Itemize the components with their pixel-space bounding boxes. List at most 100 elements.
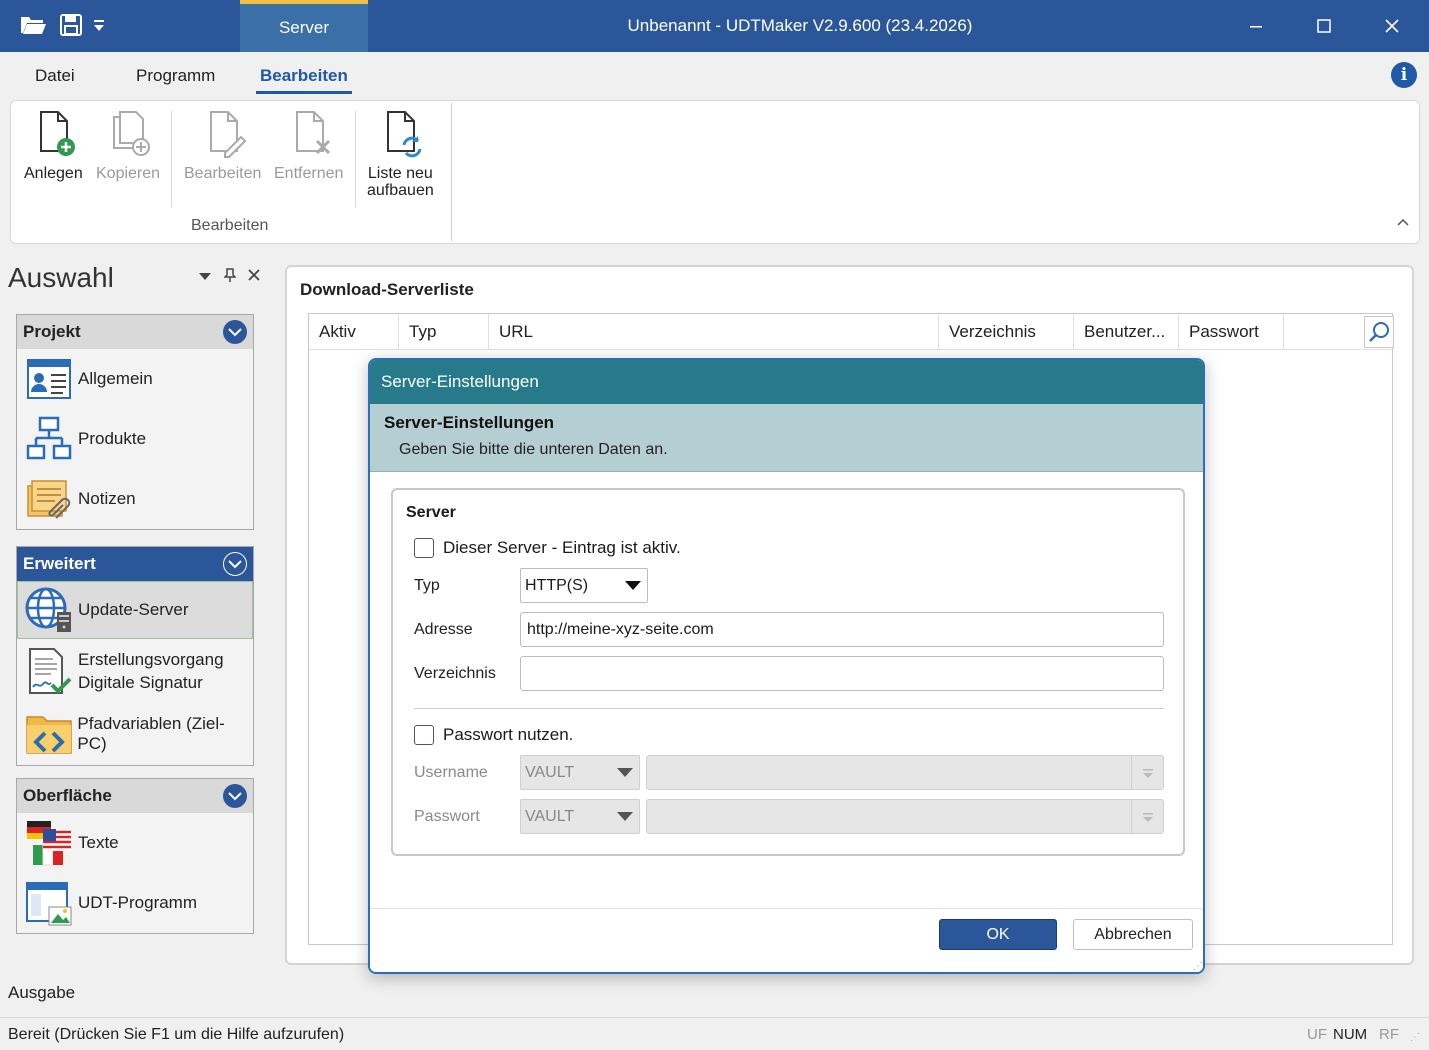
open-folder-icon[interactable] bbox=[18, 10, 48, 40]
nav-item-pfadvariablen[interactable]: Pfadvariablen (Ziel-PC) bbox=[17, 703, 253, 765]
new-document-icon bbox=[40, 111, 76, 156]
nav-item-produkte[interactable]: Produkte bbox=[17, 409, 253, 469]
nav-item-notizen[interactable]: Notizen bbox=[17, 469, 253, 529]
group-header-oberflaeche[interactable]: Oberfläche bbox=[17, 779, 253, 813]
nav-label-line2: Digitale Signatur bbox=[78, 673, 203, 692]
nav-label: Update-Server bbox=[78, 600, 189, 619]
info-icon[interactable]: i bbox=[1391, 62, 1417, 88]
ribbon-tabs: Datei Programm Bearbeiten bbox=[0, 52, 1429, 98]
column-header-benutzer[interactable]: Benutzer... bbox=[1074, 314, 1179, 350]
ribbon-panel: Anlegen Kopieren Bearbeiten Entfernen Li… bbox=[10, 100, 1420, 244]
liste-neu-aufbauen-button[interactable]: Liste neu aufbauen bbox=[367, 109, 434, 199]
flags-icon bbox=[24, 818, 74, 868]
bearbeiten-button[interactable]: Bearbeiten bbox=[184, 109, 261, 182]
password-checkbox[interactable] bbox=[414, 725, 434, 745]
group-title: Oberfläche bbox=[23, 786, 112, 805]
typ-select[interactable]: HTTP(S) bbox=[520, 568, 648, 603]
password-checkbox-row[interactable]: Passwort nutzen. bbox=[414, 725, 573, 745]
notes-icon bbox=[24, 474, 74, 524]
output-pane-label[interactable]: Ausgabe bbox=[8, 983, 75, 1003]
status-text: Bereit (Drücken Sie F1 um die Hilfe aufz… bbox=[8, 1026, 345, 1043]
nav-item-udt-programm[interactable]: UDT-Programm bbox=[17, 873, 253, 933]
resize-grip-icon[interactable]: ⋰ bbox=[1410, 1032, 1420, 1043]
nav-label: Allgemein bbox=[78, 369, 153, 388]
pin-icon[interactable] bbox=[223, 268, 237, 287]
chevron-down-icon[interactable] bbox=[223, 552, 247, 576]
tab-programm[interactable]: Programm bbox=[136, 66, 215, 86]
anlegen-label: Anlegen bbox=[24, 165, 83, 182]
anlegen-button[interactable]: Anlegen bbox=[24, 109, 83, 182]
close-icon[interactable] bbox=[1358, 0, 1426, 52]
ok-button[interactable]: OK bbox=[939, 919, 1057, 950]
context-tab-server[interactable]: Server bbox=[240, 0, 368, 52]
delete-document-icon bbox=[295, 111, 330, 155]
passwort-source-select[interactable]: VAULT bbox=[520, 799, 640, 834]
verzeichnis-label: Verzeichnis bbox=[414, 665, 496, 682]
tab-datei[interactable]: Datei bbox=[35, 66, 75, 86]
passwort-input[interactable] bbox=[646, 799, 1164, 834]
typ-value: HTTP(S) bbox=[525, 576, 589, 594]
group-header-projekt[interactable]: Projekt bbox=[17, 315, 253, 349]
tab-bearbeiten[interactable]: Bearbeiten bbox=[256, 66, 352, 94]
nav-label-line1: Erstellungsvorgang bbox=[78, 650, 224, 669]
active-checkbox-row[interactable]: Dieser Server - Eintrag ist aktiv. bbox=[414, 538, 681, 558]
dropdown-icon[interactable] bbox=[1131, 800, 1163, 833]
liste-neu-label-2: aufbauen bbox=[367, 182, 434, 199]
search-icon[interactable] bbox=[1364, 316, 1394, 348]
username-source-select[interactable]: VAULT bbox=[520, 755, 640, 790]
column-header-verzeichnis[interactable]: Verzeichnis bbox=[939, 314, 1074, 350]
nav-label: Erstellungsvorgang Digitale Signatur bbox=[78, 648, 224, 694]
ribbon-separator bbox=[171, 111, 172, 207]
nav-item-texte[interactable]: Texte bbox=[17, 813, 253, 873]
collapse-ribbon-icon[interactable] bbox=[1397, 213, 1409, 229]
grid-header: Aktiv Typ URL Verzeichnis Benutzer... Pa… bbox=[309, 314, 1394, 350]
status-bar: Bereit (Drücken Sie F1 um die Hilfe aufz… bbox=[0, 1017, 1429, 1050]
adresse-input[interactable]: http://meine-xyz-seite.com bbox=[520, 612, 1164, 647]
chevron-down-icon[interactable] bbox=[223, 320, 247, 344]
nav-item-digitale-signatur[interactable]: Erstellungsvorgang Digitale Signatur bbox=[17, 639, 253, 703]
group-erweitert: Erweitert Update-Server Erstellungsvorga… bbox=[16, 546, 254, 766]
kopieren-button[interactable]: Kopieren bbox=[96, 109, 160, 182]
username-input[interactable] bbox=[646, 755, 1164, 790]
id-card-icon bbox=[24, 354, 74, 404]
server-group: Server Dieser Server - Eintrag ist aktiv… bbox=[391, 488, 1185, 856]
program-window-icon bbox=[24, 878, 74, 928]
save-icon[interactable] bbox=[56, 10, 86, 40]
group-title: Projekt bbox=[23, 322, 81, 341]
passwort-source-value: VAULT bbox=[525, 807, 575, 825]
chevron-down-icon[interactable] bbox=[223, 784, 247, 808]
column-header-url[interactable]: URL bbox=[489, 314, 939, 350]
nav-item-allgemein[interactable]: Allgemein bbox=[17, 349, 253, 409]
column-header-aktiv[interactable]: Aktiv bbox=[309, 314, 399, 350]
entfernen-button[interactable]: Entfernen bbox=[274, 109, 343, 182]
dialog-title[interactable]: Server-Einstellungen bbox=[370, 360, 1203, 404]
column-header-typ[interactable]: Typ bbox=[399, 314, 489, 350]
signed-document-icon bbox=[24, 646, 74, 696]
nav-label: UDT-Programm bbox=[78, 893, 198, 912]
pane-dropdown-icon[interactable] bbox=[198, 268, 212, 287]
selection-pane: Auswahl Projekt Allgemein Produkte Notiz… bbox=[0, 256, 268, 974]
nav-item-update-server[interactable]: Update-Server bbox=[17, 581, 253, 639]
ribbon-group-label: Bearbeiten bbox=[191, 217, 269, 234]
banner-title: Server-Einstellungen bbox=[384, 413, 555, 432]
globe-server-icon bbox=[24, 585, 74, 635]
minimize-icon[interactable] bbox=[1222, 0, 1290, 52]
server-group-label: Server bbox=[406, 504, 456, 521]
quick-access-dropdown-icon[interactable] bbox=[88, 10, 110, 40]
verzeichnis-input[interactable] bbox=[520, 656, 1164, 691]
maximize-icon[interactable] bbox=[1290, 0, 1358, 52]
group-oberflaeche: Oberfläche Texte UDT-Programm bbox=[16, 778, 254, 934]
pane-close-icon[interactable] bbox=[248, 268, 260, 287]
dropdown-icon[interactable] bbox=[1131, 756, 1163, 789]
active-checkbox[interactable] bbox=[414, 538, 434, 558]
group-header-erweitert[interactable]: Erweitert bbox=[17, 547, 253, 581]
cancel-button[interactable]: Abbrechen bbox=[1073, 919, 1193, 950]
dialog-footer: OK Abbrechen ⋰ bbox=[370, 908, 1203, 972]
folder-code-icon bbox=[24, 709, 73, 759]
edit-document-icon bbox=[209, 111, 247, 158]
liste-neu-label-1: Liste neu bbox=[367, 165, 433, 182]
adresse-label: Adresse bbox=[414, 621, 473, 638]
column-header-passwort[interactable]: Passwort bbox=[1179, 314, 1284, 350]
entfernen-label: Entfernen bbox=[274, 165, 344, 182]
resize-grip-icon[interactable]: ⋰ bbox=[1193, 961, 1203, 972]
